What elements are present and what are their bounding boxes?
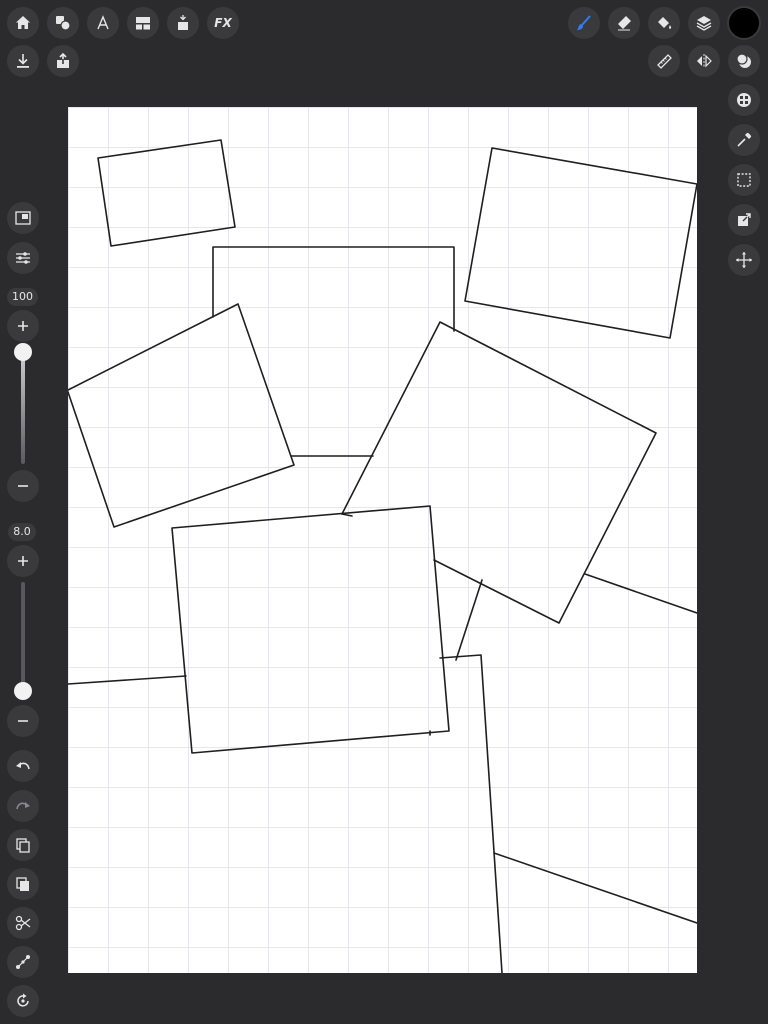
node-glyph xyxy=(16,955,30,969)
undo-glyph xyxy=(16,762,30,770)
sketch-rectangle xyxy=(341,321,657,624)
layers-icon[interactable] xyxy=(688,7,720,39)
ruler-glyph xyxy=(657,54,672,69)
blend-icon[interactable] xyxy=(728,45,760,77)
magic-wand-glyph xyxy=(178,15,188,30)
minus-icon xyxy=(18,720,28,722)
eraser-icon[interactable] xyxy=(608,7,640,39)
transform-icon[interactable] xyxy=(728,204,760,236)
move-icon[interactable] xyxy=(728,244,760,276)
scissors-glyph xyxy=(15,915,31,931)
opacity-slider-track[interactable] xyxy=(21,352,25,464)
sketch-stroke xyxy=(341,513,353,517)
transform-glyph xyxy=(738,213,751,226)
share-icon[interactable] xyxy=(47,45,79,77)
texture-icon[interactable] xyxy=(728,84,760,116)
home-glyph xyxy=(16,16,30,29)
sketch-rectangle xyxy=(97,139,236,247)
sketch-rectangle xyxy=(171,505,450,754)
size-value: 8.0 xyxy=(8,523,36,541)
share-glyph xyxy=(57,52,69,68)
reference-icon[interactable] xyxy=(7,202,39,234)
selection-icon[interactable] xyxy=(728,164,760,196)
color-swatch[interactable] xyxy=(727,6,761,40)
rotate-icon[interactable] xyxy=(7,985,39,1017)
shapes-glyph xyxy=(56,16,71,31)
home-icon[interactable] xyxy=(7,7,39,39)
texture-glyph xyxy=(737,93,751,107)
paste-icon[interactable] xyxy=(7,868,39,900)
duplicate-glyph xyxy=(16,838,30,853)
eraser-glyph xyxy=(618,16,631,31)
opacity-slider-thumb[interactable] xyxy=(14,343,32,361)
move-glyph xyxy=(736,252,752,268)
symmetry-icon[interactable] xyxy=(688,45,720,77)
text-glyph xyxy=(97,15,109,30)
brush-glyph xyxy=(577,15,591,30)
opacity-decrease-button[interactable] xyxy=(7,470,39,502)
redo-icon[interactable] xyxy=(7,790,39,822)
text-icon[interactable] xyxy=(87,7,119,39)
redo-glyph xyxy=(16,802,30,810)
opacity-increase-button[interactable] xyxy=(7,310,39,342)
sketch-rectangle xyxy=(464,147,697,339)
plus-icon xyxy=(18,556,28,566)
opacity-value: 100 xyxy=(7,288,38,306)
node-icon[interactable] xyxy=(7,946,39,978)
layers-glyph xyxy=(696,16,712,31)
sketch-line xyxy=(68,675,187,685)
sketch-line xyxy=(455,579,483,661)
selection-glyph xyxy=(737,173,751,187)
shapes-icon[interactable] xyxy=(47,7,79,39)
sketch-layer xyxy=(68,139,697,973)
scissors-icon[interactable] xyxy=(7,907,39,939)
sketch-rectangle-partial xyxy=(212,246,455,332)
sketch-rectangle-partial xyxy=(439,654,503,973)
brush-icon[interactable] xyxy=(568,7,600,39)
blend-glyph xyxy=(736,53,751,68)
fill-bucket-icon[interactable] xyxy=(648,7,680,39)
sketch-rectangle xyxy=(68,303,295,528)
fx-label: FX xyxy=(214,16,232,30)
size-slider-thumb[interactable] xyxy=(14,681,32,700)
sketch-line xyxy=(493,852,697,924)
symmetry-glyph xyxy=(697,54,712,68)
download-icon[interactable] xyxy=(7,45,39,77)
layout-icon[interactable] xyxy=(127,7,159,39)
rotate-glyph xyxy=(17,993,29,1007)
drawing-app: FX 100 8.0 xyxy=(0,0,768,1024)
sketch-line xyxy=(584,573,697,614)
ruler-icon[interactable] xyxy=(648,45,680,77)
layout-glyph xyxy=(136,17,150,30)
plus-icon xyxy=(18,321,28,331)
drawing-canvas[interactable] xyxy=(68,107,697,973)
eyedropper-icon[interactable] xyxy=(728,124,760,156)
paste-glyph xyxy=(16,877,29,891)
fx-icon[interactable]: FX xyxy=(207,7,239,39)
sliders-glyph xyxy=(16,252,30,264)
undo-icon[interactable] xyxy=(7,750,39,782)
sliders-icon[interactable] xyxy=(7,242,39,274)
eyedropper-glyph xyxy=(737,132,752,147)
download-glyph xyxy=(17,54,29,68)
duplicate-icon[interactable] xyxy=(7,829,39,861)
fill-bucket-glyph xyxy=(658,17,672,29)
size-increase-button[interactable] xyxy=(7,545,39,577)
size-decrease-button[interactable] xyxy=(7,705,39,737)
minus-icon xyxy=(18,485,28,487)
reference-glyph xyxy=(15,211,31,225)
magic-wand-icon[interactable] xyxy=(167,7,199,39)
